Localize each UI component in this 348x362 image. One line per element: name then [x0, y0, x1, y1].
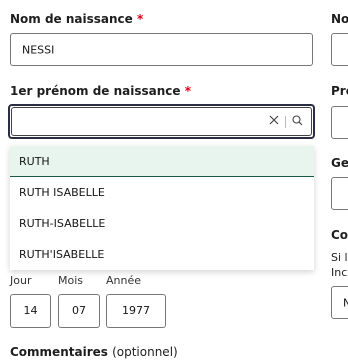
option-ruth-isabelle[interactable]: RUTH ISABELLE: [10, 177, 314, 208]
close-icon[interactable]: [269, 115, 279, 128]
search-icon[interactable]: [292, 114, 303, 129]
birth-name-value: NESSI: [22, 43, 55, 56]
day-label: Jour: [10, 274, 32, 287]
right-input-2[interactable]: [331, 106, 348, 139]
month-input[interactable]: 07: [58, 294, 100, 328]
option-ruth-apostrophe-isabelle[interactable]: RUTH'ISABELLE: [10, 239, 314, 270]
right-label-2: Pré: [331, 84, 348, 98]
first-name-label: 1er prénom de naissance *: [10, 84, 192, 98]
right-input-1[interactable]: [331, 33, 348, 66]
right-label-4: Co: [331, 228, 348, 242]
right-text-1: Si l: [331, 251, 348, 264]
right-input-3[interactable]: [331, 177, 348, 210]
month-label: Mois: [58, 274, 84, 287]
icon-separator: [285, 115, 286, 128]
first-name-options-list: RUTH RUTH ISABELLE RUTH-ISABELLE RUTH'IS…: [10, 146, 314, 270]
birth-name-input[interactable]: NESSI: [10, 33, 313, 66]
right-input-4[interactable]: N: [331, 286, 348, 319]
right-label-3: Ge: [331, 156, 348, 170]
birth-name-label: Nom de naissance *: [10, 12, 144, 26]
right-text-2: Inc: [331, 266, 348, 279]
comments-label: Commentaires (optionnel): [10, 345, 178, 359]
option-ruth-hyphen-isabelle[interactable]: RUTH-ISABELLE: [10, 208, 314, 239]
right-input-4-value: N: [343, 296, 348, 309]
option-ruth[interactable]: RUTH: [10, 146, 314, 177]
year-input[interactable]: 1977: [106, 294, 166, 328]
first-name-combobox[interactable]: [11, 107, 312, 136]
day-input[interactable]: 14: [10, 294, 51, 328]
year-label: Année: [106, 274, 142, 287]
right-label-1: No: [331, 12, 348, 26]
